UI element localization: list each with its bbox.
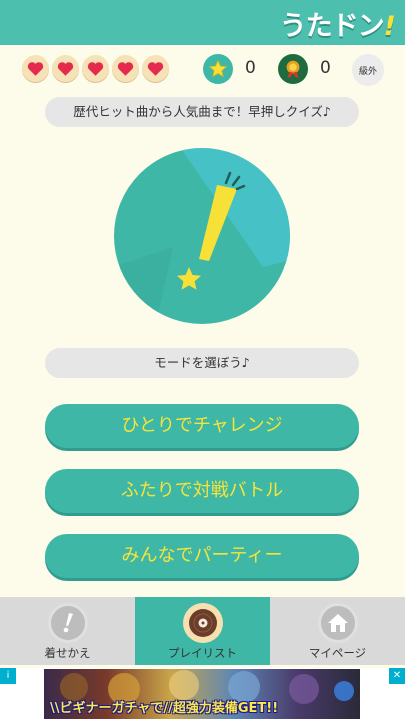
- tab-label: プレイリスト: [168, 646, 237, 660]
- tab-label: 着せかえ: [44, 646, 91, 660]
- duo-battle-button[interactable]: ふたりで対戦バトル: [45, 469, 359, 513]
- house-icon: [317, 603, 358, 643]
- heart-icon: [52, 55, 79, 82]
- ad-banner[interactable]: \\ビギナーガチャで//超強力装備GET!! i ✕: [0, 668, 405, 720]
- exclamation-icon: [47, 603, 88, 643]
- tab-dress-up[interactable]: 着せかえ: [0, 597, 135, 665]
- close-icon[interactable]: ✕: [389, 668, 405, 684]
- solo-challenge-button[interactable]: ひとりでチャレンジ: [45, 404, 359, 448]
- app-logo: うたドン!: [279, 11, 396, 42]
- lives-hearts: [22, 55, 169, 82]
- rank-button[interactable]: 級外: [352, 54, 384, 86]
- ad-text: \\ビギナーガチャで//超強力装備GET!!: [50, 701, 279, 716]
- star-count: 0: [245, 58, 256, 78]
- heart-icon: [142, 55, 169, 82]
- medal-count: 0: [320, 58, 331, 78]
- record-icon: [182, 603, 223, 643]
- medal-icon: [278, 54, 308, 84]
- tab-label: マイページ: [308, 646, 367, 660]
- bottom-tab-bar: 着せかえ プレイリスト マイページ: [0, 597, 405, 665]
- heart-icon: [22, 55, 49, 82]
- tagline-bubble: 歴代ヒット曲から人気曲まで！早押しクイズ♪: [45, 97, 359, 127]
- app-header: うたドン!: [0, 0, 405, 45]
- party-mode-button[interactable]: みんなでパーティー: [45, 534, 359, 578]
- mode-prompt-bubble: モードを選ぼう♪: [45, 348, 359, 378]
- heart-icon: [82, 55, 109, 82]
- ad-image[interactable]: \\ビギナーガチャで//超強力装備GET!!: [44, 669, 360, 719]
- info-icon[interactable]: i: [0, 668, 16, 684]
- exclamation-star-icon[interactable]: [113, 147, 291, 325]
- tab-my-page[interactable]: マイページ: [270, 597, 405, 665]
- heart-icon: [112, 55, 139, 82]
- star-icon: [203, 54, 233, 84]
- tab-playlist[interactable]: プレイリスト: [135, 597, 270, 665]
